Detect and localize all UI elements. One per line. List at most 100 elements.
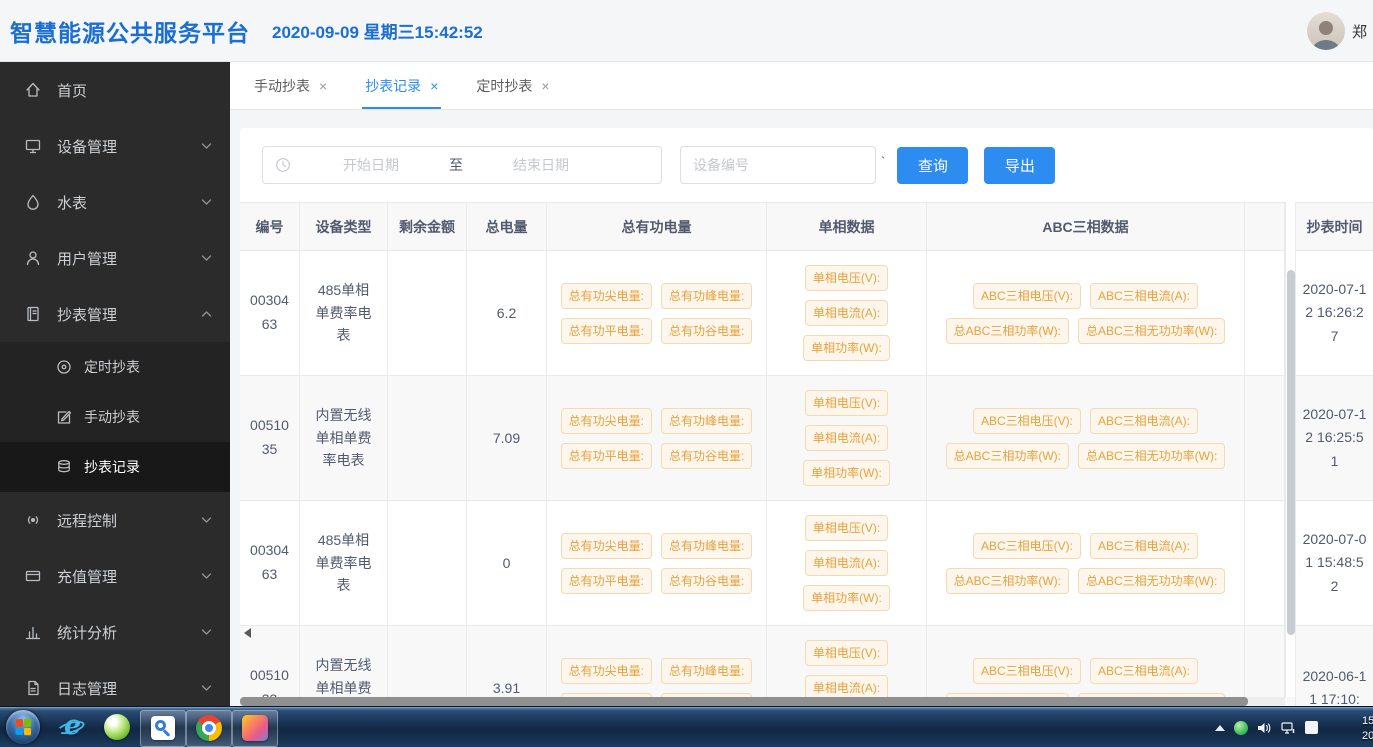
- tag-peak-energy[interactable]: 总有功峰电量:: [661, 658, 752, 684]
- cell-device-number: 0030463: [240, 251, 300, 375]
- tab-reading-records[interactable]: 抄表记录 ×: [346, 62, 457, 109]
- date-range-picker[interactable]: 至: [262, 146, 662, 184]
- tag-abc-power[interactable]: 总ABC三相功率(W):: [946, 568, 1069, 594]
- tag-abc-current[interactable]: ABC三相电流(A):: [1090, 658, 1198, 684]
- volume-icon[interactable]: [1257, 721, 1272, 735]
- tag-power[interactable]: 单相功率(W):: [803, 585, 890, 611]
- tag-abc-voltage[interactable]: ABC三相电压(V):: [973, 658, 1081, 684]
- clock-icon: [275, 157, 291, 173]
- tag-abc-current[interactable]: ABC三相电流(A):: [1090, 533, 1198, 559]
- tag-abc-voltage[interactable]: ABC三相电压(V):: [973, 408, 1081, 434]
- avatar[interactable]: [1307, 12, 1345, 50]
- tag-abc-reactive-power[interactable]: 总ABC三相无功功率(W):: [1078, 443, 1225, 469]
- cell-single-phase: 单相电压(V): 单相电流(A): 单相功率(W):: [767, 626, 927, 706]
- tag-abc-reactive-power[interactable]: 总ABC三相无功功率(W):: [1078, 568, 1225, 594]
- tag-abc-power[interactable]: 总ABC三相功率(W):: [946, 318, 1069, 344]
- tag-peak-energy[interactable]: 总有功峰电量:: [661, 283, 752, 309]
- horizontal-scrollbar-thumb[interactable]: [240, 697, 1248, 706]
- tag-sharp-energy[interactable]: 总有功尖电量:: [561, 533, 652, 559]
- sidebar-item-scheduled[interactable]: 定时抄表: [0, 342, 230, 392]
- tray-expand-icon[interactable]: [1215, 725, 1225, 731]
- vertical-scrollbar[interactable]: [1285, 202, 1295, 697]
- cell-remaining: [388, 251, 467, 375]
- cell-active-power: 总有功尖电量: 总有功峰电量: 总有功平电量: 总有功谷电量:: [547, 626, 767, 706]
- tag-abc-voltage[interactable]: ABC三相电压(V):: [973, 533, 1081, 559]
- sidebar-item-remote[interactable]: 远程控制: [0, 492, 230, 548]
- tag-peak-energy[interactable]: 总有功峰电量:: [661, 533, 752, 559]
- home-icon: [24, 81, 42, 99]
- taskbar-green-browser-icon[interactable]: [94, 707, 140, 747]
- close-icon[interactable]: ×: [541, 78, 549, 94]
- sidebar-item-users[interactable]: 用户管理: [0, 230, 230, 286]
- windows-logo-icon: [16, 719, 32, 736]
- sidebar-item-recharge[interactable]: 充值管理: [0, 548, 230, 604]
- taskbar-search-tool-icon[interactable]: [140, 710, 186, 747]
- query-button[interactable]: 查询: [897, 147, 968, 184]
- sidebar-item-meter[interactable]: 抄表管理: [0, 286, 230, 342]
- sidebar-item-water[interactable]: 水表: [0, 174, 230, 230]
- taskbar-clock[interactable]: 15:42 2020/9/9: [1362, 714, 1373, 744]
- sidebar-item-home[interactable]: 首页: [0, 62, 230, 118]
- tag-abc-voltage[interactable]: ABC三相电压(V):: [973, 283, 1081, 309]
- tag-voltage[interactable]: 单相电压(V):: [805, 265, 888, 291]
- start-date-input[interactable]: [295, 157, 447, 173]
- tag-voltage[interactable]: 单相电压(V):: [805, 515, 888, 541]
- cell-reading-time: 2020-07-12 16:26:27: [1295, 251, 1373, 375]
- tag-current[interactable]: 单相电流(A):: [805, 300, 888, 326]
- sidebar-item-records[interactable]: 抄表记录: [0, 442, 230, 492]
- tray-antivirus-icon[interactable]: [1234, 721, 1248, 735]
- tab-manual-reading[interactable]: 手动抄表 ×: [235, 62, 346, 109]
- tag-abc-power[interactable]: 总ABC三相功率(W):: [946, 443, 1069, 469]
- tag-valley-energy[interactable]: 总有功谷电量:: [661, 443, 752, 469]
- tag-peak-energy[interactable]: 总有功峰电量:: [661, 408, 752, 434]
- tag-flat-energy[interactable]: 总有功平电量:: [561, 443, 652, 469]
- horizontal-scrollbar[interactable]: [240, 697, 1285, 706]
- tray-white-icon[interactable]: [1305, 721, 1318, 734]
- taskbar-ie-icon[interactable]: e: [48, 707, 94, 747]
- taskbar-chrome-icon[interactable]: [186, 710, 232, 747]
- sidebar-item-logs[interactable]: 日志管理: [0, 660, 230, 706]
- tag-current[interactable]: 单相电流(A):: [805, 425, 888, 451]
- network-icon[interactable]: [1281, 721, 1296, 735]
- tag-sharp-energy[interactable]: 总有功尖电量:: [561, 283, 652, 309]
- tag-abc-reactive-power[interactable]: 总ABC三相无功功率(W):: [1078, 318, 1225, 344]
- user-icon: [24, 249, 42, 267]
- tag-flat-energy[interactable]: 总有功平电量:: [561, 568, 652, 594]
- sidebar-item-device[interactable]: 设备管理: [0, 118, 230, 174]
- chevron-down-icon: [201, 254, 212, 262]
- vertical-scrollbar-thumb[interactable]: [1287, 270, 1295, 635]
- tag-sharp-energy[interactable]: 总有功尖电量:: [561, 408, 652, 434]
- tag-abc-current[interactable]: ABC三相电流(A):: [1090, 408, 1198, 434]
- column-header-type: 设备类型: [300, 203, 388, 250]
- chevron-down-icon: [201, 684, 212, 692]
- tag-sharp-energy[interactable]: 总有功尖电量:: [561, 658, 652, 684]
- tag-valley-energy[interactable]: 总有功谷电量:: [661, 318, 752, 344]
- monitor-icon: [24, 137, 42, 155]
- close-icon[interactable]: ×: [319, 78, 327, 94]
- edit-icon: [56, 409, 72, 425]
- scroll-left-icon[interactable]: [244, 628, 251, 638]
- start-button[interactable]: [6, 710, 40, 744]
- export-button[interactable]: 导出: [984, 147, 1055, 184]
- tag-voltage[interactable]: 单相电压(V):: [805, 640, 888, 666]
- tag-power[interactable]: 单相功率(W):: [803, 335, 890, 361]
- tag-voltage[interactable]: 单相电压(V):: [805, 390, 888, 416]
- document-icon: [24, 679, 42, 697]
- user-menu[interactable]: 郑: [1307, 0, 1373, 62]
- cell-device-number: 0030463: [240, 501, 300, 625]
- close-icon[interactable]: ×: [430, 78, 438, 94]
- taskbar-app-icon[interactable]: [232, 710, 278, 747]
- sidebar-item-manual[interactable]: 手动抄表: [0, 392, 230, 442]
- search-toolbar: 至 ` 查询 导出: [240, 128, 1373, 202]
- tag-valley-energy[interactable]: 总有功谷电量:: [661, 568, 752, 594]
- tag-power[interactable]: 单相功率(W):: [803, 460, 890, 486]
- device-number-input[interactable]: [680, 146, 876, 184]
- tag-abc-current[interactable]: ABC三相电流(A):: [1090, 283, 1198, 309]
- end-date-input[interactable]: [465, 157, 617, 173]
- cell-three-phase: ABC三相电压(V): ABC三相电流(A): 总ABC三相功率(W): 总AB…: [927, 501, 1245, 625]
- tag-flat-energy[interactable]: 总有功平电量:: [561, 318, 652, 344]
- content-card: 至 ` 查询 导出 编号 设备类型 剩余金额 总电量 总有功电量 单相数据 AB…: [240, 128, 1373, 706]
- tab-scheduled-reading[interactable]: 定时抄表 ×: [457, 62, 568, 109]
- tag-current[interactable]: 单相电流(A):: [805, 550, 888, 576]
- sidebar-item-stats[interactable]: 统计分析: [0, 604, 230, 660]
